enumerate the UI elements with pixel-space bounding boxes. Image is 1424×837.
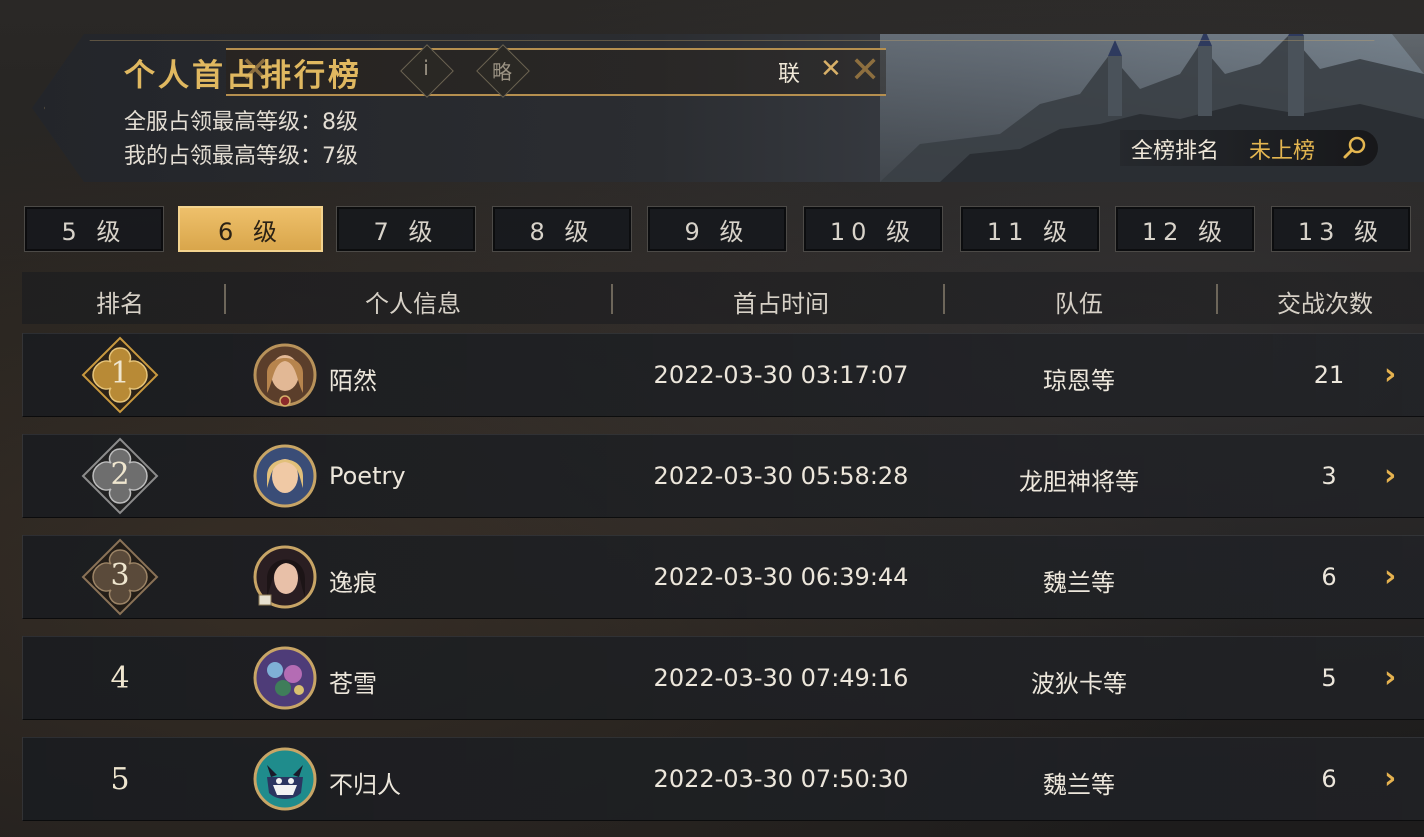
first-capture-time: 2022-03-30 05:58:28 xyxy=(653,462,909,490)
chevron-right-icon[interactable]: › xyxy=(1384,458,1396,493)
column-divider xyxy=(224,284,226,314)
player-name: 不归人 xyxy=(329,771,401,799)
ornament-icon: ✕ xyxy=(850,50,881,91)
table-header xyxy=(22,272,1424,324)
battle-count: 6 xyxy=(1321,765,1337,793)
column-info: 个人信息 xyxy=(365,290,461,318)
first-capture-time: 2022-03-30 06:39:44 xyxy=(653,563,909,591)
player-name: 陌然 xyxy=(329,367,377,395)
page-title: 个人首占排行榜 xyxy=(124,58,362,94)
team-name: 魏兰等 xyxy=(1043,771,1115,799)
chevron-right-icon[interactable]: › xyxy=(1384,357,1396,392)
player-avatar[interactable] xyxy=(253,747,317,811)
rank-number: 2 xyxy=(110,457,130,492)
battle-count: 3 xyxy=(1321,462,1337,490)
team-name: 魏兰等 xyxy=(1043,569,1115,597)
tab-level-6[interactable]: 6 级 xyxy=(178,206,323,252)
player-name: Poetry xyxy=(329,462,406,490)
tab-level-5[interactable]: 5 级 xyxy=(24,206,164,252)
player-avatar[interactable] xyxy=(253,444,317,508)
player-avatar[interactable] xyxy=(253,343,317,407)
battle-count: 6 xyxy=(1321,563,1337,591)
overall-rank-value: 未上榜 xyxy=(1249,139,1316,164)
tab-level-9[interactable]: 9 级 xyxy=(647,206,787,252)
crossed-swords-icon: ✕ xyxy=(820,54,842,84)
rank-number: 1 xyxy=(110,356,130,391)
battle-count: 21 xyxy=(1313,361,1345,389)
column-divider xyxy=(943,284,945,314)
my-max-level: 我的占领最高等级：7级 xyxy=(124,144,358,169)
server-max-level: 全服占领最高等级：8级 xyxy=(124,110,358,135)
tab-level-8[interactable]: 8 级 xyxy=(492,206,632,252)
team-name: 琼恩等 xyxy=(1043,367,1115,395)
level-tabs: 5 级 6 级 7 级 8 级 9 级 10 级 11 级 12 级 13 级 xyxy=(0,206,1424,254)
battle-count: 5 xyxy=(1321,664,1337,692)
column-divider xyxy=(611,284,613,314)
first-capture-time: 2022-03-30 03:17:07 xyxy=(653,361,909,389)
strip-badge-text: 略 xyxy=(492,60,512,84)
team-name: 波狄卡等 xyxy=(1031,670,1127,698)
search-icon[interactable] xyxy=(1342,135,1368,161)
column-battles: 交战次数 xyxy=(1277,290,1373,318)
strip-right-text: 联 xyxy=(778,62,801,87)
rank-number: 4 xyxy=(110,661,130,696)
first-capture-time: 2022-03-30 07:49:16 xyxy=(653,664,909,692)
info-icon[interactable]: i xyxy=(408,56,444,80)
column-divider xyxy=(1216,284,1218,314)
first-capture-time: 2022-03-30 07:50:30 xyxy=(653,765,909,793)
team-name: 龙胆神将等 xyxy=(1019,468,1139,496)
chevron-right-icon[interactable]: › xyxy=(1384,559,1396,594)
chevron-right-icon[interactable]: › xyxy=(1384,761,1396,796)
player-name: 苍雪 xyxy=(329,670,377,698)
rank-number: 5 xyxy=(110,762,130,797)
player-name: 逸痕 xyxy=(329,569,377,597)
tab-level-10[interactable]: 10 级 xyxy=(803,206,943,252)
column-time: 首占时间 xyxy=(733,290,829,318)
column-rank: 排名 xyxy=(96,290,144,318)
rank-number: 3 xyxy=(110,558,130,593)
player-avatar[interactable] xyxy=(253,646,317,710)
tab-level-11[interactable]: 11 级 xyxy=(960,206,1100,252)
chevron-right-icon[interactable]: › xyxy=(1384,660,1396,695)
player-avatar[interactable] xyxy=(253,545,317,609)
overall-rank-label: 全榜排名 xyxy=(1131,139,1220,164)
column-team: 队伍 xyxy=(1055,290,1103,318)
tab-level-12[interactable]: 12 级 xyxy=(1115,206,1255,252)
tab-level-13[interactable]: 13 级 xyxy=(1271,206,1411,252)
tab-level-7[interactable]: 7 级 xyxy=(336,206,476,252)
